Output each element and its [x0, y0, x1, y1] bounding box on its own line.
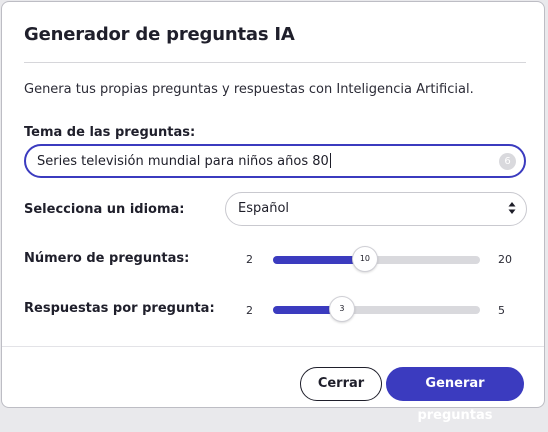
dialog-title: Generador de preguntas IA — [24, 24, 295, 45]
questions-min: 2 — [246, 253, 253, 266]
answers-slider-thumb[interactable]: 3 — [328, 296, 355, 322]
language-select[interactable]: Español — [225, 192, 527, 226]
footer-divider — [2, 346, 544, 347]
questions-label: Número de preguntas: — [24, 251, 190, 266]
answers-min: 2 — [246, 304, 253, 317]
generate-questions-button[interactable]: Generar preguntas — [386, 367, 524, 423]
topic-input-value: Series televisión mundial para niños año… — [37, 153, 331, 169]
ai-question-generator-dialog: Generador de preguntas IA Genera tus pro… — [1, 1, 545, 423]
questions-slider[interactable]: 10 — [273, 246, 480, 272]
sort-arrows-icon — [508, 202, 516, 214]
questions-slider-thumb[interactable]: 10 — [351, 246, 378, 272]
answers-max: 5 — [498, 304, 505, 317]
topic-count-badge: 6 — [499, 153, 516, 170]
answers-slider[interactable]: 3 — [273, 296, 480, 322]
language-select-value: Español — [238, 201, 290, 216]
topic-label: Tema de las preguntas: — [24, 125, 196, 140]
header-divider — [24, 62, 526, 63]
language-label: Selecciona un idioma: — [24, 202, 185, 217]
close-button[interactable]: Cerrar — [300, 367, 382, 401]
text-caret — [329, 153, 331, 168]
answers-label: Respuestas por pregunta: — [24, 301, 215, 316]
topic-input[interactable]: Series televisión mundial para niños año… — [24, 144, 526, 178]
questions-max: 20 — [498, 253, 512, 266]
dialog-description: Genera tus propias preguntas y respuesta… — [24, 82, 474, 97]
